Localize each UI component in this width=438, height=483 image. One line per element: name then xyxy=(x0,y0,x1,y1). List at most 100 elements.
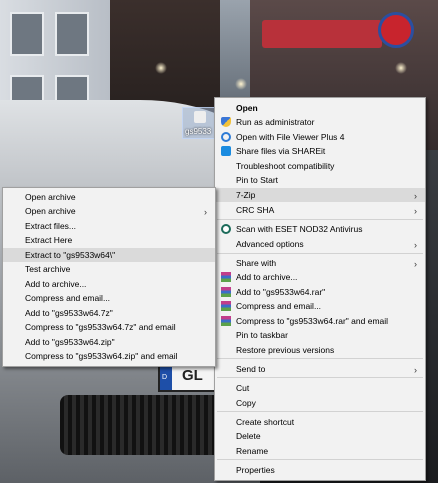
zip-item-test-archive[interactable]: Test archive xyxy=(3,262,215,276)
menu-item-label: Properties xyxy=(236,465,275,475)
chevron-right-icon: › xyxy=(414,365,417,375)
chevron-right-icon: › xyxy=(414,191,417,201)
menu-item-winrar-compress-rar-email[interactable]: Compress to "gs9533w64.rar" and email xyxy=(215,314,425,328)
menu-item-pin-to-start[interactable]: Pin to Start xyxy=(215,173,425,187)
menu-separator xyxy=(217,358,423,359)
menu-item-label: Extract Here xyxy=(25,235,73,245)
menu-item-delete[interactable]: Delete xyxy=(215,429,425,443)
menu-item-label: Share with xyxy=(236,258,277,268)
menu-item-advanced-options[interactable]: Advanced options › xyxy=(215,237,425,251)
menu-item-label: Run as administrator xyxy=(236,117,315,127)
menu-item-winrar-add-to-rar[interactable]: Add to "gs9533w64.rar" xyxy=(215,285,425,299)
menu-item-label: Open xyxy=(236,103,258,113)
winrar-icon xyxy=(221,287,231,297)
zip-item-compress-7z-email[interactable]: Compress to "gs9533w64.7z" and email xyxy=(3,320,215,334)
menu-item-open-with-file-viewer[interactable]: Open with File Viewer Plus 4 xyxy=(215,130,425,144)
menu-item-label: Open archive xyxy=(25,192,76,202)
menu-item-7zip[interactable]: 7-Zip › xyxy=(215,188,425,202)
menu-item-label: Delete xyxy=(236,431,261,441)
menu-item-label: Compress to "gs9533w64.zip" and email xyxy=(25,351,178,361)
zip-item-add-to-zip[interactable]: Add to "gs9533w64.zip" xyxy=(3,335,215,349)
menu-item-label: Open with File Viewer Plus 4 xyxy=(236,132,345,142)
wallpaper-red-sign xyxy=(262,20,382,48)
menu-item-scan-eset[interactable]: Scan with ESET NOD32 Antivirus xyxy=(215,222,425,236)
menu-item-label: Compress to "gs9533w64.rar" and email xyxy=(236,316,389,326)
plate-text: GL xyxy=(182,367,203,384)
menu-item-winrar-compress-email[interactable]: Compress and email... xyxy=(215,299,425,313)
menu-item-label: Share files via SHAREit xyxy=(236,146,326,156)
menu-item-label: Create shortcut xyxy=(236,417,295,427)
menu-item-properties[interactable]: Properties xyxy=(215,463,425,477)
ghostscript-file-icon xyxy=(194,111,206,123)
zip-item-add-to-archive[interactable]: Add to archive... xyxy=(3,277,215,291)
menu-item-label: Troubleshoot compatibility xyxy=(236,161,335,171)
chevron-right-icon: › xyxy=(204,207,207,217)
menu-item-crc-sha[interactable]: CRC SHA › xyxy=(215,203,425,217)
plate-eu-strip: D xyxy=(160,364,172,390)
menu-item-cut[interactable]: Cut xyxy=(215,381,425,395)
zip-item-compress-and-email[interactable]: Compress and email... xyxy=(3,291,215,305)
menu-item-label: Add to archive... xyxy=(25,279,87,289)
menu-item-label: Cut xyxy=(236,383,250,393)
eset-icon xyxy=(221,224,231,234)
menu-item-rename[interactable]: Rename xyxy=(215,444,425,458)
zip-item-extract-to-folder[interactable]: Extract to "gs9533w64\" xyxy=(3,248,215,262)
menu-item-label: 7-Zip xyxy=(236,190,256,200)
menu-item-label: Send to xyxy=(236,364,266,374)
wallpaper-street-light xyxy=(395,62,407,74)
chevron-right-icon: › xyxy=(414,206,417,216)
chevron-right-icon: › xyxy=(414,240,417,250)
menu-item-label: Rename xyxy=(236,446,269,456)
menu-item-label: Add to "gs9533w64.zip" xyxy=(25,337,115,347)
desktop-file-icon-gs9533w64[interactable]: gs9533 xyxy=(182,107,218,139)
menu-item-copy[interactable]: Copy xyxy=(215,396,425,410)
file-viewer-icon xyxy=(221,132,231,142)
zip-item-extract-here[interactable]: Extract Here xyxy=(3,233,215,247)
menu-item-label: Extract files... xyxy=(25,221,77,231)
menu-separator xyxy=(217,253,423,254)
zip-item-add-to-7z[interactable]: Add to "gs9533w64.7z" xyxy=(3,306,215,320)
wallpaper-no-parking-sign xyxy=(378,12,414,48)
menu-item-label: Add to "gs9533w64.7z" xyxy=(25,308,113,318)
menu-item-send-to[interactable]: Send to › xyxy=(215,362,425,376)
desktop-icon-label: gs9533 xyxy=(185,127,212,136)
menu-item-share-via-shareit[interactable]: Share files via SHAREit xyxy=(215,144,425,158)
menu-item-troubleshoot-compatibility[interactable]: Troubleshoot compatibility xyxy=(215,159,425,173)
menu-item-label: Add to "gs9533w64.rar" xyxy=(236,287,326,297)
menu-separator xyxy=(217,459,423,460)
menu-separator xyxy=(217,411,423,412)
winrar-icon xyxy=(221,301,231,311)
menu-item-pin-to-taskbar[interactable]: Pin to taskbar xyxy=(215,328,425,342)
menu-item-label: Add to archive... xyxy=(236,272,298,282)
shareit-icon xyxy=(221,146,231,156)
wallpaper-car-grille xyxy=(60,395,230,455)
menu-item-label: Restore previous versions xyxy=(236,345,335,355)
menu-item-label: CRC SHA xyxy=(236,205,275,215)
menu-item-open[interactable]: Open xyxy=(215,101,425,115)
zip-item-compress-zip-email[interactable]: Compress to "gs9533w64.zip" and email xyxy=(3,349,215,363)
zip-item-extract-files[interactable]: Extract files... xyxy=(3,219,215,233)
chevron-right-icon: › xyxy=(414,259,417,269)
wallpaper-street-light xyxy=(235,78,247,90)
menu-item-label: Test archive xyxy=(25,264,71,274)
menu-item-winrar-add-to-archive[interactable]: Add to archive... xyxy=(215,270,425,284)
menu-item-share-with[interactable]: Share with › xyxy=(215,256,425,270)
menu-separator xyxy=(217,219,423,220)
zip-item-open-archive[interactable]: Open archive xyxy=(3,190,215,204)
menu-item-label: Pin to Start xyxy=(236,175,279,185)
menu-item-run-as-administrator[interactable]: Run as administrator xyxy=(215,115,425,129)
menu-item-restore-previous-versions[interactable]: Restore previous versions xyxy=(215,343,425,357)
7zip-submenu: Open archive Open archive › Extract file… xyxy=(2,187,216,367)
wallpaper-window xyxy=(10,12,44,56)
zip-item-open-archive-submenu[interactable]: Open archive › xyxy=(3,204,215,218)
menu-item-label: Pin to taskbar xyxy=(236,330,288,340)
menu-item-create-shortcut[interactable]: Create shortcut xyxy=(215,415,425,429)
menu-item-label: Advanced options xyxy=(236,239,304,249)
plate-country-letter: D xyxy=(162,374,168,381)
winrar-icon xyxy=(221,272,231,282)
file-context-menu: Open Run as administrator Open with File… xyxy=(214,97,426,481)
menu-item-label: Scan with ESET NOD32 Antivirus xyxy=(236,224,363,234)
wallpaper-window xyxy=(55,12,89,56)
menu-item-label: Open archive xyxy=(25,206,76,216)
menu-separator xyxy=(217,377,423,378)
